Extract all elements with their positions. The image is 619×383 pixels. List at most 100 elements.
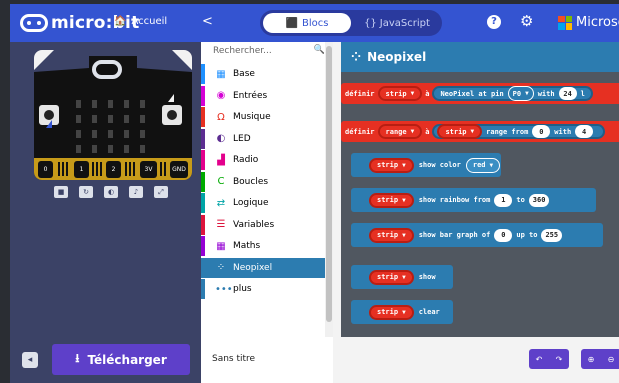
block-clear[interactable]: strip ▼ clear: [351, 300, 453, 324]
category-label: Maths: [233, 241, 261, 251]
color-dropdown[interactable]: red ▼: [465, 157, 501, 173]
block-set-range[interactable]: définir range ▼ à strip ▼ range from 0 wit…: [341, 121, 619, 142]
calculator-icon: ▦: [216, 240, 226, 252]
neopixel-create-block[interactable]: NeoPixel at pin P0 ▼ with 24 l: [432, 86, 593, 101]
toolbox-category-maths[interactable]: ▦ Maths: [201, 236, 333, 256]
microsoft-brand[interactable]: Microsoft: [558, 15, 619, 30]
chevron-down-icon: ▼: [410, 128, 415, 135]
download-button[interactable]: ⭳ Télécharger: [52, 344, 190, 375]
headphones-icon: Ω: [217, 111, 225, 123]
search-placeholder: Rechercher...: [213, 46, 272, 56]
search-icon[interactable]: 🔍: [314, 45, 325, 55]
category-label: Base: [233, 69, 255, 79]
range-from-field[interactable]: 0: [532, 125, 551, 138]
simulator-panel: 0 1 2 3V GND ■ ↻ ◐ ♪ ⤢: [10, 42, 201, 337]
range-count-field[interactable]: 4: [575, 125, 594, 138]
mute-icon[interactable]: ♪: [129, 186, 143, 198]
toggle-icon: ◐: [216, 133, 226, 144]
category-label: LED: [233, 133, 251, 144]
category-color-bar: [201, 171, 205, 192]
tab-javascript[interactable]: {} JavaScript: [356, 13, 438, 33]
spinner-icon: ⁘: [216, 262, 226, 273]
undo-icon[interactable]: ↶: [536, 355, 543, 364]
block-to-label: à: [425, 89, 430, 98]
strip-dropdown[interactable]: strip ▼: [369, 192, 414, 208]
restart-icon[interactable]: ↻: [79, 186, 93, 198]
toolbox-category-boucles[interactable]: C Boucles: [201, 171, 333, 192]
tab-blocks-label: Blocs: [301, 17, 329, 29]
toolbox-search-input[interactable]: Rechercher... 🔍: [201, 42, 333, 62]
strip-name: strip: [377, 231, 399, 239]
category-label: Variables: [233, 219, 275, 230]
led-count-field[interactable]: 24: [558, 87, 577, 100]
strip-dropdown[interactable]: strip ▼: [369, 304, 414, 320]
chevron-down-icon: ▼: [525, 90, 529, 97]
toolbox-category-radio[interactable]: ▟ Radio: [201, 150, 333, 170]
toolbox-category-neopixel[interactable]: ⁘ Neopixel: [201, 257, 333, 278]
chevron-down-icon: ▼: [410, 90, 415, 97]
stop-icon[interactable]: ■: [54, 186, 68, 198]
block-show-rainbow[interactable]: strip ▼ show rainbow from 1 to 360: [351, 188, 596, 212]
category-color-bar: [201, 85, 205, 106]
pin-value: P0: [512, 89, 522, 98]
category-color-bar: [201, 193, 205, 213]
toolbox-scrollbar-thumb[interactable]: [326, 46, 332, 322]
toolbox-category-base[interactable]: ▦ Base: [201, 64, 333, 84]
toolbox-category-entrées[interactable]: ◉ Entrées: [201, 85, 333, 106]
block-show-bar-graph[interactable]: strip ▼ show bar graph of 0 up to 255: [351, 223, 603, 247]
strip-dropdown[interactable]: strip ▼: [369, 157, 414, 173]
microsoft-label: Microsoft: [576, 15, 619, 30]
block-label: show color: [418, 161, 461, 169]
grid-icon: ▦: [216, 68, 226, 80]
toolbox-category-musique[interactable]: Ω Musique: [201, 107, 333, 127]
bar-graph-value-field[interactable]: 0: [494, 228, 513, 242]
bar-graph-max-field[interactable]: 255: [541, 228, 563, 242]
block-function-label: NeoPixel at pin: [440, 89, 504, 98]
category-color-bar: [201, 107, 205, 127]
variable-dropdown[interactable]: strip ▼: [377, 86, 423, 101]
microbit-board[interactable]: 0 1 2 3V GND: [34, 50, 192, 180]
pin-stripes: [58, 162, 166, 176]
block-with-label: with: [554, 127, 572, 136]
project-name-input[interactable]: Sans titre: [212, 348, 326, 370]
gear-icon[interactable]: ⚙: [520, 12, 533, 30]
home-button[interactable]: 🏠 Accueil: [114, 16, 167, 27]
strip-dropdown[interactable]: strip ▼: [437, 124, 483, 139]
zoom-out-icon[interactable]: ⊖: [608, 355, 615, 364]
block-label: show: [418, 273, 436, 281]
tab-blocks[interactable]: ⬛ Blocs: [263, 13, 351, 33]
rainbow-start-field[interactable]: 1: [494, 193, 513, 207]
bottom-left-area: ◂ ⭳ Télécharger: [10, 337, 201, 383]
block-show[interactable]: strip ▼ show: [351, 265, 453, 289]
slow-motion-icon[interactable]: ◐: [104, 186, 118, 198]
strip-dropdown[interactable]: strip ▼: [369, 227, 414, 243]
toolbox-category-variables[interactable]: ☰ Variables: [201, 214, 333, 235]
chevron-down-icon: ▼: [402, 196, 406, 204]
redo-icon[interactable]: ↷: [556, 355, 563, 364]
edge-connector: 0 1 2 3V GND: [34, 158, 192, 180]
flyout-header: ⁘ Neopixel: [341, 42, 619, 72]
help-icon[interactable]: ?: [487, 15, 501, 29]
strip-name: strip: [377, 308, 399, 316]
block-show-color[interactable]: strip ▼ show color red ▼: [351, 153, 501, 177]
collapse-simulator-icon[interactable]: ◂: [22, 352, 38, 368]
block-keyword: définir: [345, 127, 375, 136]
strip-name: strip: [377, 161, 399, 169]
toolbox-category-led[interactable]: ◐ LED: [201, 128, 333, 149]
zoom-in-icon[interactable]: ⊕: [588, 355, 595, 364]
color-value: red: [472, 161, 486, 169]
share-icon[interactable]: <: [202, 14, 213, 29]
strip-dropdown[interactable]: strip ▼: [369, 269, 414, 285]
toolbox-category-logique[interactable]: ⇄ Logique: [201, 193, 333, 213]
toolbox-category-plus[interactable]: ••• plus: [201, 279, 333, 299]
toolbox-scrollbar[interactable]: [325, 42, 333, 337]
variable-name: range: [385, 127, 407, 136]
pin-dropdown[interactable]: P0 ▼: [507, 86, 534, 101]
block-set-strip[interactable]: définir strip ▼ à NeoPixel at pin P0 ▼ wit…: [341, 83, 619, 104]
bottom-bar: ◂ ⭳ Télécharger Sans titre ▣ ↶ ↷ ⊕ ⊖: [10, 337, 619, 383]
fullscreen-icon[interactable]: ⤢: [154, 186, 168, 198]
rainbow-end-field[interactable]: 360: [528, 193, 550, 207]
range-block[interactable]: strip ▼ range from 0 with 4: [432, 124, 606, 139]
category-color-bar: [201, 236, 205, 256]
variable-dropdown[interactable]: range ▼: [377, 124, 423, 139]
